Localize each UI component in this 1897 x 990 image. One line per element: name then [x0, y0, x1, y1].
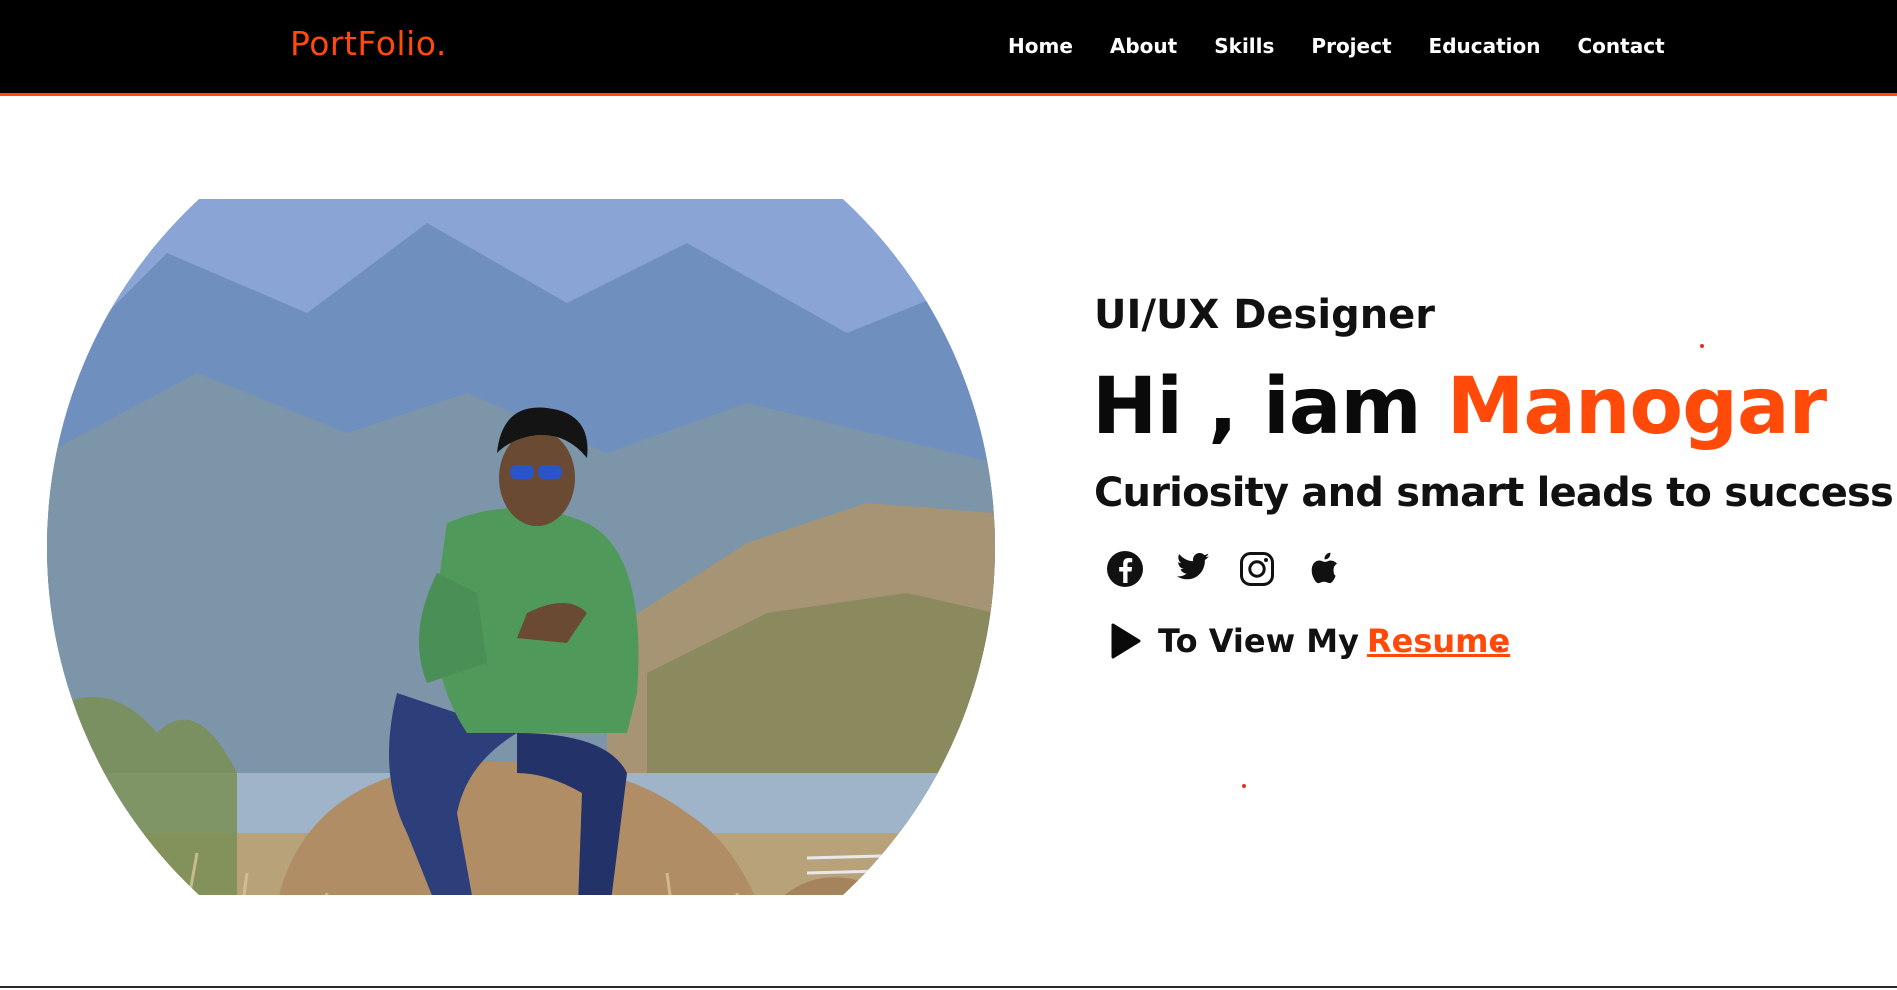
resume-prefix: To View My: [1158, 622, 1359, 660]
role-title: UI/UX Designer: [1094, 292, 1436, 338]
profile-photo-frame: [47, 199, 995, 895]
nav-link-education[interactable]: Education: [1429, 34, 1541, 58]
apple-icon[interactable]: [1304, 550, 1342, 588]
facebook-icon[interactable]: [1106, 550, 1144, 588]
site-logo[interactable]: PortFolio.: [290, 24, 447, 63]
social-links: [1106, 550, 1342, 588]
nav-link-project[interactable]: Project: [1311, 34, 1391, 58]
section-divider: [0, 986, 1897, 988]
profile-photo-illustration: [47, 199, 995, 895]
navbar: PortFolio. Home About Skills Project Edu…: [0, 0, 1897, 96]
nav-link-skills[interactable]: Skills: [1214, 34, 1274, 58]
play-icon[interactable]: [1108, 622, 1142, 660]
profile-photo: [47, 199, 995, 895]
decor-dot: [1242, 784, 1246, 788]
nav-link-contact[interactable]: Contact: [1578, 34, 1665, 58]
instagram-icon[interactable]: [1238, 550, 1276, 588]
nav-link-home[interactable]: Home: [1008, 34, 1073, 58]
headline: Hi , iam Manogar: [1092, 362, 1827, 452]
tagline: Curiosity and smart leads to success.: [1094, 470, 1897, 516]
resume-link[interactable]: Resume: [1367, 622, 1510, 660]
twitter-icon[interactable]: [1172, 550, 1210, 588]
nav-links: Home About Skills Project Education Cont…: [1008, 34, 1665, 58]
decor-dot: [1700, 344, 1704, 348]
resume-row: To View My Resume: [1108, 622, 1510, 660]
headline-greeting: Hi , iam: [1092, 362, 1447, 452]
decor-dot: [1498, 646, 1502, 650]
nav-link-about[interactable]: About: [1110, 34, 1177, 58]
headline-name: Manogar: [1446, 362, 1827, 452]
